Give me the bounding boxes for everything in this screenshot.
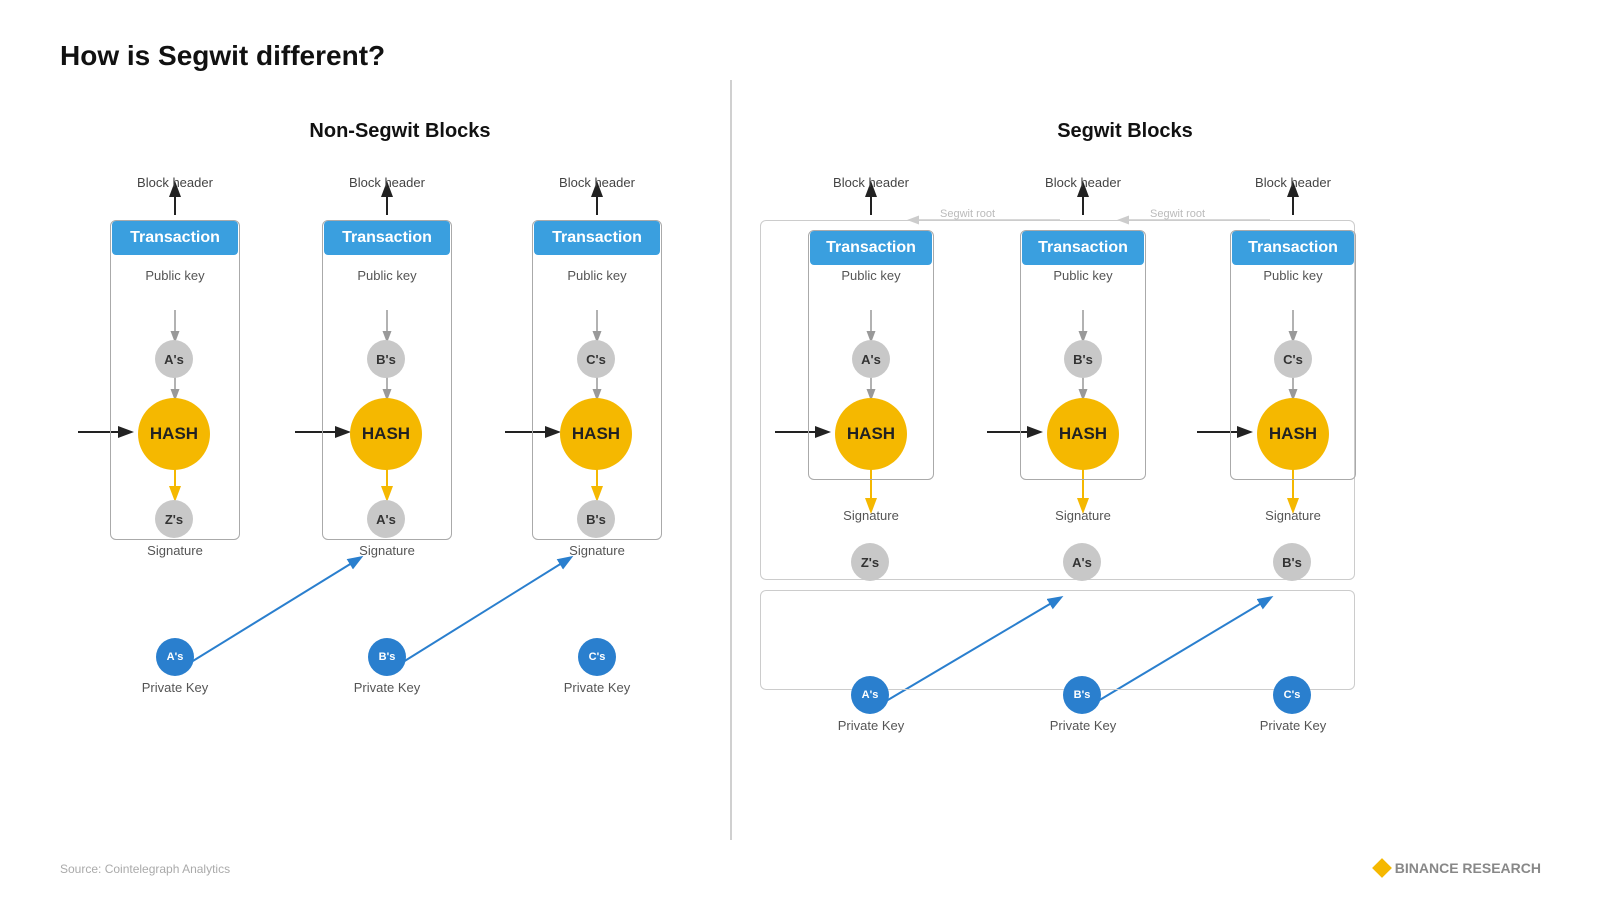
source-label: Source: Cointelegraph Analytics bbox=[60, 862, 230, 876]
segwit-sig-label-1: Signature bbox=[815, 508, 927, 523]
non-segwit-sig-label-2: Signature bbox=[332, 543, 442, 558]
segwit-pubkey-label-1: Public key bbox=[815, 268, 927, 283]
segwit-pubkey-label-3: Public key bbox=[1237, 268, 1349, 283]
non-segwit-tx-1: Transaction bbox=[112, 221, 238, 255]
segwit-privkey-label-1: Private Key bbox=[815, 718, 927, 733]
non-segwit-title: Non-Segwit Blocks bbox=[150, 120, 650, 143]
segwit-tx-2: Transaction bbox=[1022, 231, 1144, 265]
segwit-privkey-circle-1: A's bbox=[851, 676, 889, 714]
non-segwit-privkey-circle-2: B's bbox=[368, 638, 406, 676]
segwit-pubkey-label-2: Public key bbox=[1027, 268, 1139, 283]
non-segwit-pubkey-label-1: Public key bbox=[120, 268, 230, 283]
brand-diamond-icon bbox=[1372, 858, 1392, 878]
segwit-privkey-circle-3: C's bbox=[1273, 676, 1311, 714]
page-title: How is Segwit different? bbox=[60, 40, 385, 72]
brand-text: BINANCE RESEARCH bbox=[1395, 860, 1541, 876]
non-segwit-block-header-3: Block header bbox=[542, 175, 652, 190]
non-segwit-sig-label-1: Signature bbox=[120, 543, 230, 558]
non-segwit-hash-2: HASH bbox=[350, 398, 422, 470]
non-segwit-privkey-label-2: Private Key bbox=[332, 680, 442, 695]
non-segwit-hash-3: HASH bbox=[560, 398, 632, 470]
non-segwit-tx-2: Transaction bbox=[324, 221, 450, 255]
non-segwit-pubkey-label-3: Public key bbox=[542, 268, 652, 283]
segwit-hash-2: HASH bbox=[1047, 398, 1119, 470]
segwit-sig-label-3: Signature bbox=[1237, 508, 1349, 523]
center-divider bbox=[730, 80, 732, 840]
segwit-privkey-circle-2: B's bbox=[1063, 676, 1101, 714]
segwit-signature-container bbox=[760, 590, 1355, 690]
segwit-sig-circle-3: B's bbox=[1273, 543, 1311, 581]
non-segwit-pubkey-circle-3: C's bbox=[577, 340, 615, 378]
non-segwit-sig-label-3: Signature bbox=[542, 543, 652, 558]
non-segwit-pubkey-label-2: Public key bbox=[332, 268, 442, 283]
segwit-root-label-2: Segwit root bbox=[1150, 208, 1205, 220]
segwit-block-header-1: Block header bbox=[815, 175, 927, 190]
segwit-pubkey-circle-3: C's bbox=[1274, 340, 1312, 378]
segwit-block-header-2: Block header bbox=[1027, 175, 1139, 190]
segwit-hash-1: HASH bbox=[835, 398, 907, 470]
non-segwit-sig-circle-2: A's bbox=[367, 500, 405, 538]
segwit-hash-3: HASH bbox=[1257, 398, 1329, 470]
non-segwit-hash-1: HASH bbox=[138, 398, 210, 470]
non-segwit-privkey-circle-1: A's bbox=[156, 638, 194, 676]
segwit-sig-circle-1: Z's bbox=[851, 543, 889, 581]
segwit-tx-3: Transaction bbox=[1232, 231, 1354, 265]
non-segwit-sig-circle-1: Z's bbox=[155, 500, 193, 538]
brand-label: BINANCE RESEARCH bbox=[1375, 860, 1541, 876]
non-segwit-tx-3: Transaction bbox=[534, 221, 660, 255]
segwit-tx-1: Transaction bbox=[810, 231, 932, 265]
non-segwit-privkey-label-3: Private Key bbox=[542, 680, 652, 695]
segwit-sig-label-2: Signature bbox=[1027, 508, 1139, 523]
segwit-pubkey-circle-2: B's bbox=[1064, 340, 1102, 378]
non-segwit-pubkey-circle-2: B's bbox=[367, 340, 405, 378]
segwit-title: Segwit Blocks bbox=[900, 120, 1350, 143]
segwit-privkey-label-2: Private Key bbox=[1027, 718, 1139, 733]
segwit-pubkey-circle-1: A's bbox=[852, 340, 890, 378]
segwit-privkey-label-3: Private Key bbox=[1237, 718, 1349, 733]
non-segwit-block-header-1: Block header bbox=[120, 175, 230, 190]
non-segwit-pubkey-circle-1: A's bbox=[155, 340, 193, 378]
non-segwit-privkey-circle-3: C's bbox=[578, 638, 616, 676]
segwit-root-label-1: Segwit root bbox=[940, 208, 995, 220]
non-segwit-privkey-label-1: Private Key bbox=[120, 680, 230, 695]
segwit-block-header-3: Block header bbox=[1237, 175, 1349, 190]
non-segwit-sig-circle-3: B's bbox=[577, 500, 615, 538]
non-segwit-block-header-2: Block header bbox=[332, 175, 442, 190]
segwit-sig-circle-2: A's bbox=[1063, 543, 1101, 581]
